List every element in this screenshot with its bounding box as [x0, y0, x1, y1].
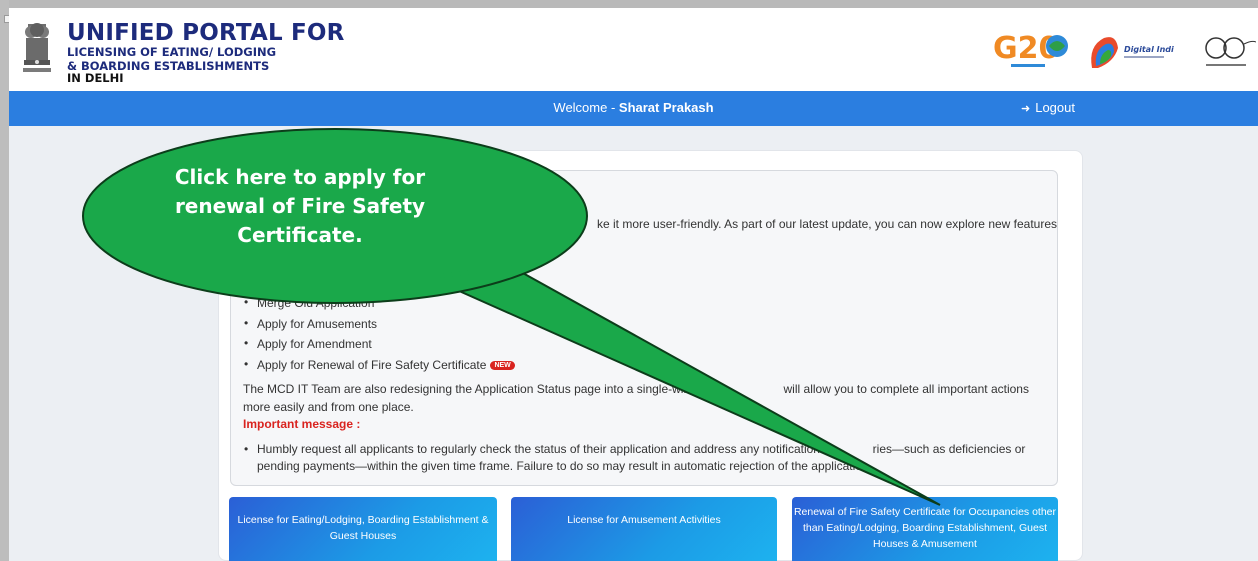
- logout-label: Logout: [1035, 100, 1075, 115]
- g20-logo: G20: [993, 31, 1068, 67]
- logout-icon: ➜: [1021, 103, 1031, 115]
- list-item: Humbly request all applicants to regular…: [244, 441, 1054, 475]
- top-navbar: Welcome - Sharat Prakash ➜ Logout: [9, 91, 1258, 126]
- notice-intro-text: ke it more user-friendly. As part of our…: [597, 217, 1058, 231]
- logout-button[interactable]: ➜ Logout: [1021, 100, 1075, 115]
- list-item: Merge Old Application: [244, 295, 515, 317]
- window-frame-left: [0, 0, 9, 561]
- digital-india-logo: Digital India: [1091, 37, 1174, 68]
- list-item: Apply for Renewal of Fire Safety Certifi…: [244, 357, 515, 379]
- notice-intro: ke it more user-friendly. As part of our…: [597, 217, 1057, 231]
- list-item-label: Apply for Renewal of Fire Safety Certifi…: [257, 357, 487, 372]
- list-item: Apply for Amendment: [244, 336, 515, 358]
- swachh-bharat-logo: [1205, 37, 1256, 66]
- amusement-license-tile[interactable]: License for Amusement Activities: [511, 497, 777, 561]
- portal-title-line4: IN DELHI: [67, 71, 124, 85]
- fire-safety-renewal-tile[interactable]: Renewal of Fire Safety Certificate for O…: [792, 497, 1058, 561]
- welcome-prefix: Welcome -: [553, 100, 619, 115]
- new-features-list: Merge Old Application Apply for Amusemen…: [244, 295, 515, 379]
- warning-text-part1: Humbly request all applicants to regular…: [257, 442, 826, 456]
- user-name: Sharat Prakash: [618, 100, 714, 115]
- new-badge: NEW: [490, 360, 515, 370]
- portal-title-line2: LICENSING OF EATING/ LODGING: [67, 45, 277, 59]
- portal-title: UNIFIED PORTAL FOR LICENSING OF EATING/ …: [67, 22, 345, 85]
- redesign-text-part1: The MCD IT Team are also redesigning the…: [243, 382, 697, 396]
- site-header: UNIFIED PORTAL FOR LICENSING OF EATING/ …: [9, 8, 1258, 91]
- important-message-list: Humbly request all applicants to regular…: [244, 441, 1054, 475]
- eating-lodging-license-tile[interactable]: License for Eating/Lodging, Boarding Est…: [229, 497, 497, 561]
- important-message-label: Important message :: [243, 417, 361, 431]
- svg-text:Digital India: Digital India: [1124, 45, 1174, 54]
- list-item: Apply for Amusements: [244, 316, 515, 338]
- redesign-paragraph: The MCD IT Team are also redesigning the…: [243, 381, 1053, 416]
- emblem-icon: [23, 23, 51, 72]
- portal-title-main: UNIFIED PORTAL FOR: [67, 20, 345, 46]
- window-frame-top: [0, 0, 1258, 8]
- callout-text: Click here to apply for renewal of Fire …: [174, 165, 426, 247]
